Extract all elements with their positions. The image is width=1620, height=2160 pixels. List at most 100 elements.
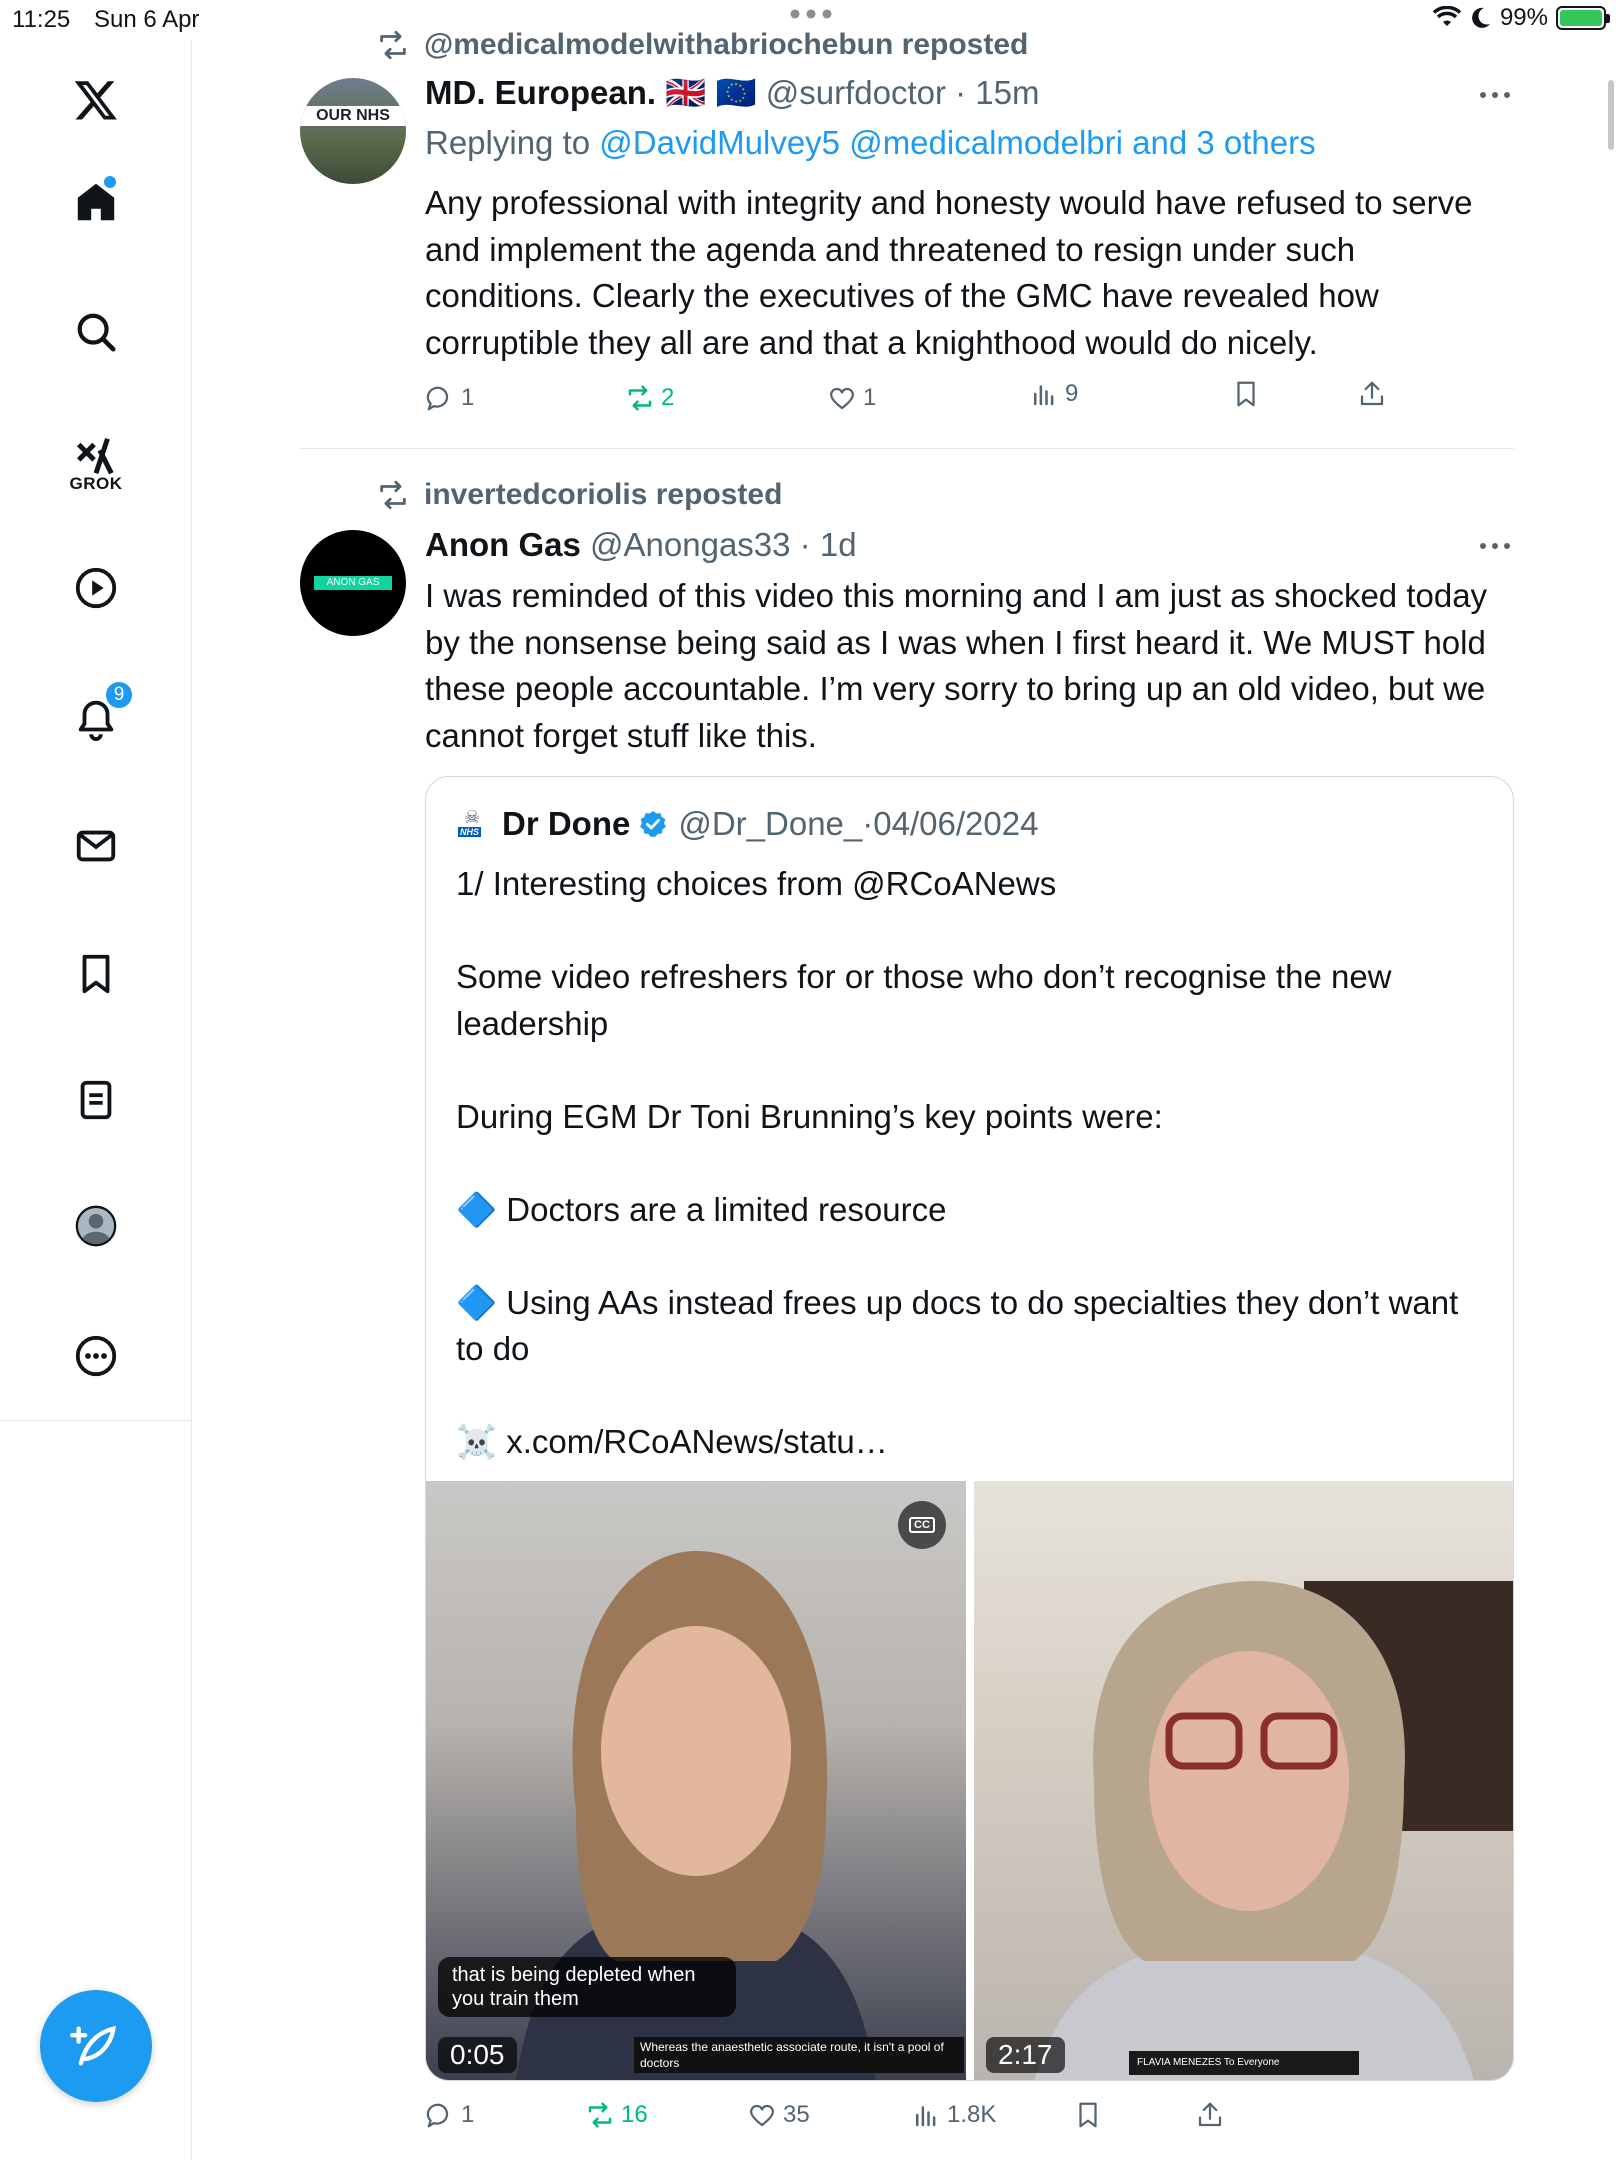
video-thumbnail[interactable]: CC that is being depleted when you train…	[426, 1481, 966, 2080]
meeting-name-bar: FLAVIA MENEZES To Everyone	[1129, 2051, 1359, 2075]
post-actions: 1 16 35 1.8K	[425, 2100, 1515, 2140]
reply-prefix: Replying to	[425, 124, 591, 161]
repost-count: 2	[661, 384, 675, 411]
views-icon	[1034, 385, 1054, 406]
compose-button[interactable]	[40, 1990, 152, 2102]
sidebar-divider	[0, 1420, 192, 1421]
more-options-icon[interactable]	[1478, 90, 1512, 100]
post-divider	[300, 448, 1514, 449]
repost-icon	[628, 385, 652, 411]
grok-label: GROK	[69, 474, 123, 493]
reply-button[interactable]: 1	[425, 2100, 474, 2130]
media-grid: CC that is being depleted when you train…	[426, 1481, 1513, 2080]
search-icon[interactable]	[66, 302, 126, 362]
scrollbar[interactable]	[1608, 80, 1614, 150]
avatar-banner-text: OUR NHS	[300, 106, 406, 126]
like-count: 35	[783, 2101, 810, 2128]
more-icon[interactable]	[66, 1326, 126, 1386]
verified-badge-icon	[640, 810, 667, 838]
battery-icon	[1556, 6, 1610, 30]
status-time: 11:25	[12, 6, 71, 33]
author-name[interactable]: Anon Gas	[425, 526, 581, 563]
quote-author-handle[interactable]: @Dr_Done_	[678, 805, 862, 843]
wifi-icon	[1432, 6, 1462, 26]
share-icon	[1198, 2102, 1222, 2127]
person-silhouette	[1034, 1581, 1513, 2080]
status-indicators: 99%	[1432, 4, 1610, 32]
like-button[interactable]: 35	[747, 2100, 810, 2130]
bookmark-icon	[1237, 381, 1255, 407]
views-button[interactable]: 9	[1029, 379, 1078, 409]
author-flags: 🇬🇧 🇪🇺	[665, 74, 757, 111]
reposted-by: invertedcoriolis reposted	[424, 478, 783, 511]
notifications-badge: 9	[104, 680, 134, 710]
lists-icon[interactable]	[66, 1070, 126, 1130]
views-count: 9	[1065, 380, 1079, 407]
like-count: 1	[863, 384, 877, 411]
heart-icon	[829, 387, 855, 410]
quote-avatar[interactable]: ☠ NHS	[456, 807, 490, 841]
post-body: Any professional with integrity and hone…	[425, 184, 1473, 361]
grok-icon[interactable]: GROK	[66, 426, 126, 493]
post-time[interactable]: 15m	[975, 74, 1039, 111]
quote-header: ☠ NHS Dr Done @Dr_Done_ · 04/06/2024	[456, 805, 1038, 843]
video-thumbnail[interactable]: 2:17 FLAVIA MENEZES To Everyone	[974, 1481, 1513, 2080]
home-unread-dot	[104, 176, 116, 188]
bookmark-icon[interactable]	[66, 944, 126, 1004]
video-duration: 2:17	[986, 2037, 1065, 2073]
status-date: Sun 6 Apr	[94, 6, 200, 33]
bookmark-button[interactable]	[1073, 2100, 1103, 2130]
share-button[interactable]	[1195, 2100, 1225, 2130]
reply-count: 1	[461, 2101, 475, 2128]
video-icon[interactable]	[66, 558, 126, 618]
reply-links[interactable]: @DavidMulvey5 @medicalmodelbri and 3 oth…	[599, 124, 1315, 161]
moon-icon	[1472, 7, 1490, 28]
author-name[interactable]: MD. European.	[425, 74, 656, 111]
avatar-logo-text: ANON GAS	[314, 576, 392, 590]
closed-captions-button[interactable]: CC	[898, 1501, 946, 1549]
avatar[interactable]: ANON GAS	[300, 530, 406, 636]
cc-label: CC	[909, 1517, 935, 1533]
video-caption: that is being depleted when you train th…	[438, 1957, 736, 2017]
battery-percent: 99%	[1499, 4, 1548, 31]
sidebar: GROK 9	[0, 40, 192, 2160]
mail-icon[interactable]	[66, 816, 126, 876]
repost-indicator: invertedcoriolis reposted	[376, 478, 782, 512]
post-body: I was reminded of this video this mornin…	[425, 577, 1488, 754]
quoted-post[interactable]: ☠ NHS Dr Done @Dr_Done_ · 04/06/2024 1/ …	[425, 776, 1514, 2081]
more-options-icon[interactable]	[1478, 541, 1512, 551]
replying-to: Replying to @DavidMulvey5 @medicalmodelb…	[425, 124, 1316, 162]
views-button[interactable]: 1.8K	[911, 2100, 996, 2130]
share-button[interactable]	[1357, 379, 1387, 409]
repost-icon	[380, 480, 406, 510]
x-logo-icon[interactable]	[66, 70, 126, 130]
quote-author-name[interactable]: Dr Done	[502, 805, 630, 843]
profile-icon[interactable]	[66, 1196, 126, 1256]
like-button[interactable]: 1	[827, 383, 876, 413]
author-handle[interactable]: @Anongas33	[590, 526, 790, 563]
reply-button[interactable]: 1	[425, 383, 474, 413]
reposted-by: @medicalmodelwithabriochebun reposted	[424, 28, 1029, 61]
avatar[interactable]: OUR NHS	[300, 78, 406, 184]
bell-icon[interactable]: 9	[66, 680, 134, 748]
repost-button[interactable]: 16	[585, 2100, 648, 2130]
video-duration: 0:05	[438, 2037, 517, 2073]
home-icon[interactable]	[66, 172, 126, 232]
post-time[interactable]: 1d	[820, 526, 857, 563]
video-subtitle: Whereas the anaesthetic associate route,…	[634, 2037, 964, 2073]
bookmark-button[interactable]	[1231, 379, 1261, 409]
views-count: 1.8K	[947, 2101, 997, 2128]
post-header: MD. European. 🇬🇧 🇪🇺 @surfdoctor · 15m	[425, 74, 1040, 111]
multitasking-dots-icon[interactable]	[788, 4, 834, 24]
heart-icon	[749, 2104, 775, 2127]
repost-icon	[380, 30, 406, 60]
author-handle[interactable]: @surfdoctor	[766, 74, 946, 111]
repost-button[interactable]: 2	[625, 383, 674, 413]
post-actions: 1 2 1 9	[425, 380, 1515, 423]
repost-icon	[588, 2102, 612, 2128]
quote-body: 1/ Interesting choices from @RCoANews So…	[456, 865, 1459, 1460]
reply-count: 1	[461, 384, 475, 411]
reply-icon	[426, 386, 449, 411]
nhs-logo-text: NHS	[458, 827, 482, 837]
repost-count: 16	[621, 2101, 648, 2128]
